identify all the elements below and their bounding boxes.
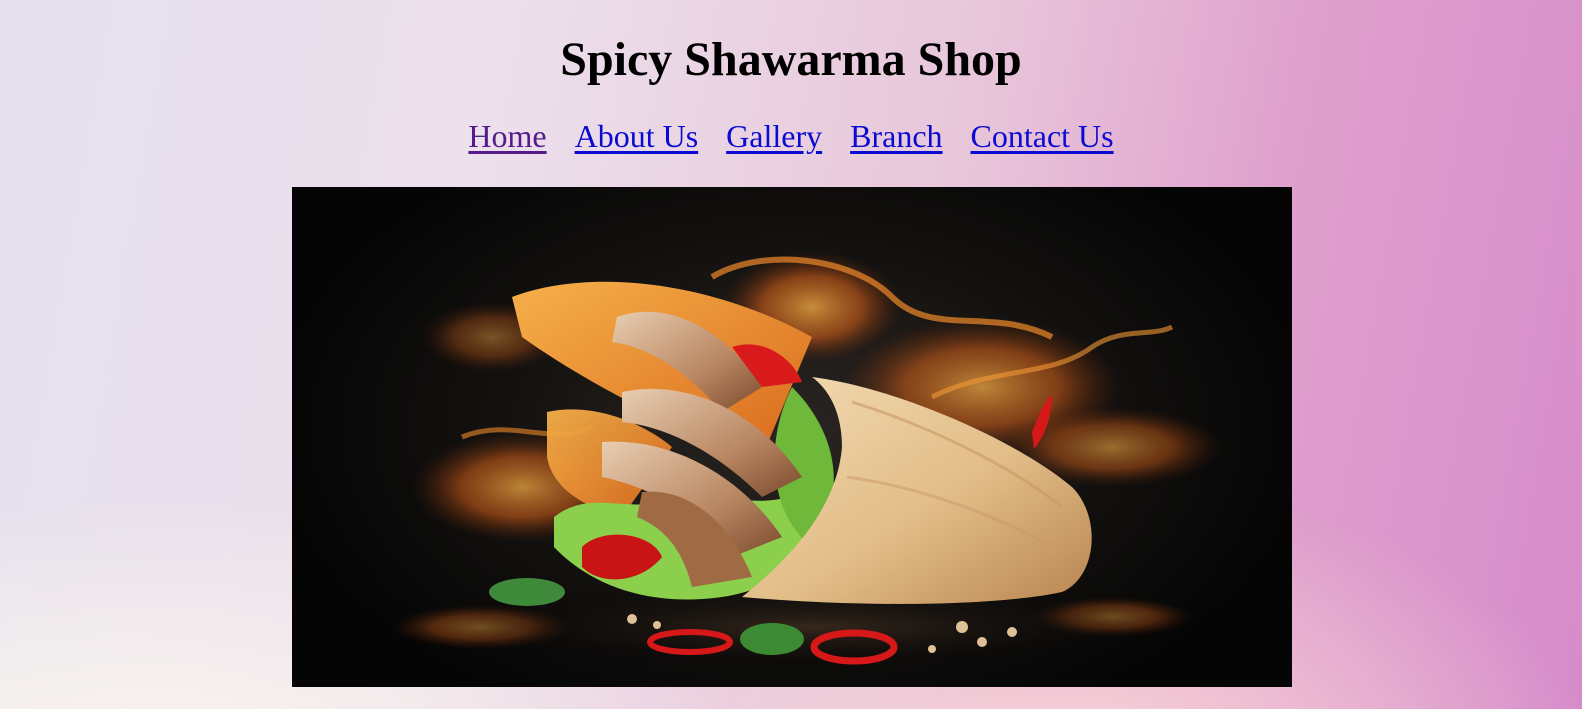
nav-link-branch[interactable]: Branch <box>850 118 942 154</box>
nav-link-contact-us[interactable]: Contact Us <box>971 118 1114 154</box>
nav-link-home[interactable]: Home <box>468 118 546 154</box>
shawarma-wrap-illustration <box>392 252 1222 672</box>
page-title: Spicy Shawarma Shop <box>560 33 1022 86</box>
nav-link-gallery[interactable]: Gallery <box>726 118 822 154</box>
hero-image <box>292 187 1292 687</box>
nav-link-about-us[interactable]: About Us <box>575 118 699 154</box>
main-nav: Home About Us Gallery Branch Contact Us <box>0 116 1582 156</box>
